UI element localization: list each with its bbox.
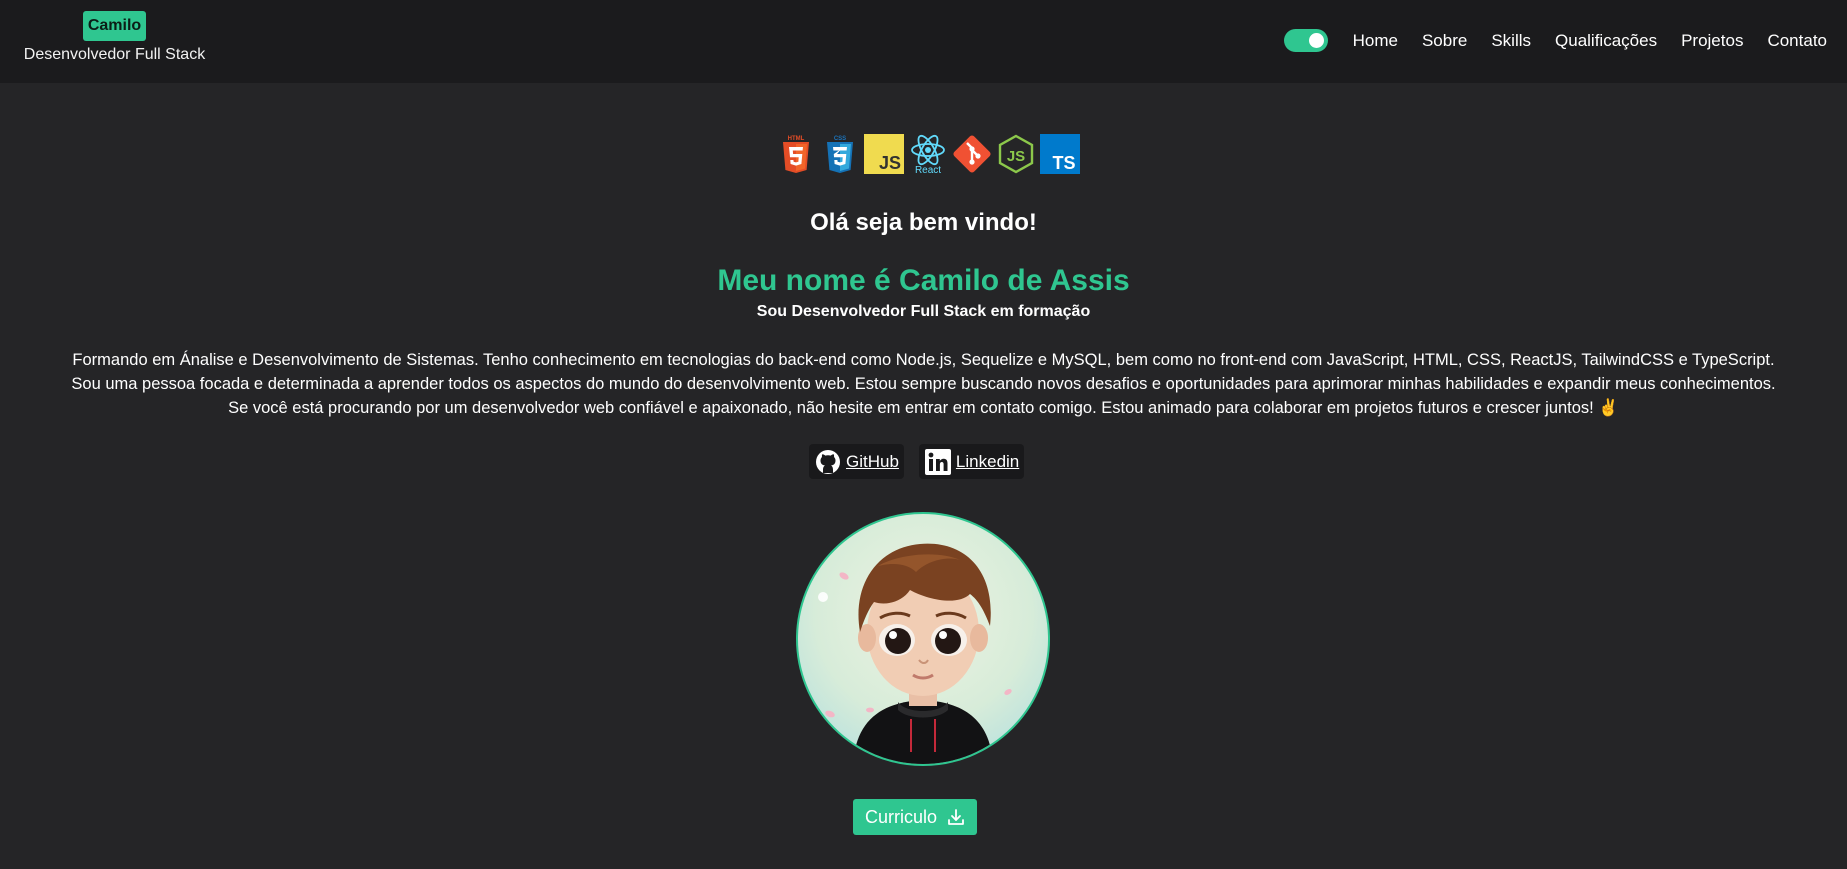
- linkedin-button[interactable]: Linkedin: [918, 444, 1025, 479]
- bio-line: Formando em Ánalise e Desenvolvimento de…: [72, 351, 1775, 369]
- bio-text: Formando em Ánalise e Desenvolvimento de…: [0, 348, 1847, 420]
- theme-toggle[interactable]: [1283, 29, 1328, 52]
- role-subheading: Sou Desenvolvedor Full Stack em formação: [756, 303, 1091, 320]
- cv-button-label: Curriculo: [864, 806, 938, 827]
- greeting-heading: Olá seja bem vindo!: [810, 209, 1037, 236]
- github-label: GitHub: [846, 451, 899, 471]
- download-cv-button[interactable]: Curriculo: [853, 799, 977, 835]
- social-links: GitHub Linkedin: [809, 444, 1039, 479]
- brand[interactable]: Camilo Desenvolvedor Full Stack: [19, 11, 210, 64]
- site-header: Camilo Desenvolvedor Full Stack Home Sob…: [0, 0, 1847, 83]
- github-button[interactable]: GitHub: [809, 444, 904, 479]
- brand-logo[interactable]: Camilo: [82, 11, 147, 41]
- main-nav: Home Sobre Skills Qualificações Projetos…: [1283, 29, 1827, 52]
- svg-text:JS: JS: [879, 153, 901, 173]
- name-heading: Meu nome é Camilo de Assis: [717, 264, 1130, 297]
- bio-line: Se você está procurando por um desenvolv…: [228, 399, 1619, 417]
- svg-text:JS: JS: [1007, 148, 1025, 165]
- github-icon: [816, 449, 840, 474]
- nav-home[interactable]: Home: [1353, 31, 1398, 51]
- linkedin-label: Linkedin: [955, 451, 1020, 471]
- tech-stack-icons: HTML CSS JS React JS TS: [775, 133, 1083, 175]
- nav-sobre[interactable]: Sobre: [1422, 31, 1467, 51]
- svg-text:CSS: CSS: [834, 136, 846, 142]
- javascript-icon: JS: [863, 133, 905, 175]
- bio-line: Sou uma pessoa focada e determinada a ap…: [71, 375, 1776, 393]
- nav-skills[interactable]: Skills: [1491, 31, 1531, 51]
- react-icon: React: [907, 133, 949, 175]
- linkedin-icon: [924, 448, 951, 475]
- html5-icon: HTML: [775, 133, 817, 175]
- svg-text:TS: TS: [1052, 153, 1075, 173]
- typescript-icon: TS: [1039, 133, 1081, 175]
- nodejs-icon: JS: [995, 133, 1037, 175]
- nav-contato[interactable]: Contato: [1767, 31, 1827, 51]
- download-icon: [948, 809, 964, 825]
- svg-text:React: React: [915, 165, 941, 175]
- nav-projetos[interactable]: Projetos: [1681, 31, 1743, 51]
- svg-text:HTML: HTML: [788, 136, 805, 142]
- git-icon: [951, 133, 993, 175]
- nav-qualificacoes[interactable]: Qualificações: [1555, 31, 1657, 51]
- brand-subtitle: Desenvolvedor Full Stack: [23, 46, 206, 63]
- css3-icon: CSS: [819, 133, 861, 175]
- avatar: [796, 512, 1050, 766]
